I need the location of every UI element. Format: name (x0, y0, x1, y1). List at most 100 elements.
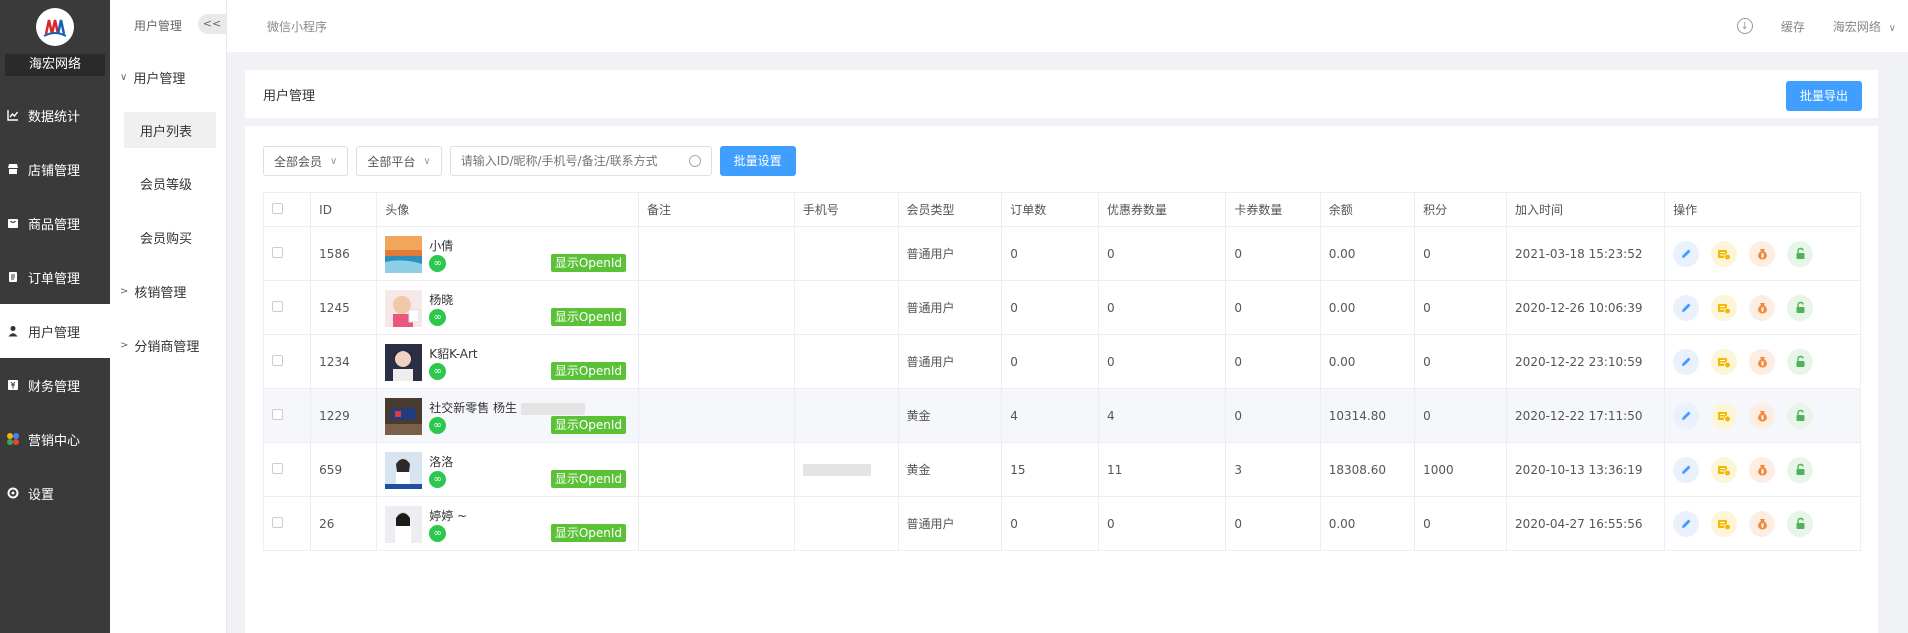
edit-icon[interactable] (1673, 510, 1700, 537)
sub-item-member-purchase[interactable]: 会员购买 (110, 210, 226, 264)
table-row[interactable]: 1245 杨晓 ∞ 显示OpenId 普通用户 0 0 0 0.00 0 2020-12-26 10… (262, 280, 1861, 335)
wechat-link-icon[interactable]: ∞ (429, 255, 447, 272)
row-checkbox[interactable] (272, 246, 283, 258)
sub-item-member-level[interactable]: 会员等级 (110, 156, 226, 210)
show-openid-button[interactable]: 显示OpenId (550, 470, 627, 488)
coupon-icon[interactable] (1711, 456, 1738, 483)
lock-icon[interactable] (1787, 240, 1814, 267)
nav-item-store[interactable]: 店铺管理 (0, 142, 110, 196)
orders-link[interactable]: 0 (1001, 226, 1099, 281)
table-row[interactable]: 1586 小倩 ∞ 显示OpenId 普通用户 0 0 0 0.00 0 2021-03-18 15… (262, 226, 1861, 281)
table-row[interactable]: 1229 社交新零售 杨生 ∞ 显示OpenId 黄金 4 4 0 10314.80 0 2020-… (262, 388, 1861, 443)
balance-link[interactable]: 18308.60 (1319, 442, 1416, 497)
search-input[interactable] (460, 154, 689, 168)
breadcrumb[interactable]: 微信小程序 (267, 18, 327, 35)
points-link[interactable]: 0 (1414, 334, 1508, 389)
orders-link[interactable]: 0 (1001, 280, 1099, 335)
row-checkbox[interactable] (272, 408, 283, 420)
cards-link[interactable]: 0 (1225, 280, 1321, 335)
platform-filter-select[interactable]: 全部平台 ∨ (356, 146, 442, 176)
wechat-link-icon[interactable]: ∞ (429, 525, 447, 542)
balance-link[interactable]: 0.00 (1319, 280, 1416, 335)
sub-item-user-list[interactable]: 用户列表 (124, 112, 216, 148)
table-row[interactable]: 26 婷婷 ~ ∞ 显示OpenId 普通用户 0 0 0 0.00 0 2020-04-27 16… (262, 496, 1861, 551)
nav-item-order[interactable]: 订单管理 (0, 250, 110, 304)
coupon-icon[interactable] (1711, 348, 1738, 375)
balance-link[interactable]: 0.00 (1319, 334, 1416, 389)
edit-icon[interactable] (1673, 402, 1700, 429)
nav-item-settings[interactable]: 设置 (0, 466, 110, 520)
balance-link[interactable]: 10314.80 (1319, 388, 1416, 443)
orders-link[interactable]: 0 (1001, 496, 1099, 551)
show-openid-button[interactable]: 显示OpenId (550, 524, 627, 542)
table-row[interactable]: 659 洛洛 ∞ 显示OpenId 黄金 15 11 3 18308.60 1000 2020-10… (262, 442, 1861, 497)
edit-icon[interactable] (1673, 456, 1700, 483)
nav-item-finance[interactable]: 财务管理 (0, 358, 110, 412)
coupon-icon[interactable] (1711, 240, 1738, 267)
money-bag-icon[interactable] (1749, 294, 1776, 321)
row-checkbox[interactable] (272, 300, 283, 312)
cards-link[interactable]: 0 (1225, 388, 1321, 443)
nav-item-user[interactable]: 用户管理 (0, 304, 110, 358)
batch-export-button[interactable]: 批量导出 (1786, 81, 1862, 111)
orders-link[interactable]: 4 (1001, 388, 1099, 443)
brand-logo-icon[interactable] (36, 8, 74, 46)
lock-icon[interactable] (1787, 294, 1814, 321)
money-bag-icon[interactable] (1749, 240, 1776, 267)
points-link[interactable]: 0 (1414, 496, 1508, 551)
lock-icon[interactable] (1787, 402, 1814, 429)
coupons-link[interactable]: 0 (1097, 280, 1227, 335)
sub-group-distributor[interactable]: > 分销商管理 (110, 318, 226, 372)
wechat-link-icon[interactable]: ∞ (429, 363, 447, 380)
row-checkbox[interactable] (272, 354, 283, 366)
points-link[interactable]: 1000 (1414, 442, 1508, 497)
nav-item-product[interactable]: 商品管理 (0, 196, 110, 250)
money-bag-icon[interactable] (1749, 402, 1776, 429)
points-link[interactable]: 0 (1414, 226, 1508, 281)
lock-icon[interactable] (1787, 348, 1814, 375)
orders-link[interactable]: 0 (1001, 334, 1099, 389)
show-openid-button[interactable]: 显示OpenId (550, 308, 627, 326)
money-bag-icon[interactable] (1749, 456, 1776, 483)
lock-icon[interactable] (1787, 510, 1814, 537)
table-row[interactable]: 1234 K貂K-Art ∞ 显示OpenId 普通用户 0 0 0 0.00 0 2020-12-… (262, 334, 1861, 389)
coupon-icon[interactable] (1711, 510, 1738, 537)
points-link[interactable]: 0 (1414, 388, 1508, 443)
edit-icon[interactable] (1673, 294, 1700, 321)
edit-icon[interactable] (1673, 348, 1700, 375)
coupons-link[interactable]: 0 (1097, 226, 1227, 281)
show-openid-button[interactable]: 显示OpenId (550, 254, 627, 272)
sub-group-verification[interactable]: > 核销管理 (110, 264, 226, 318)
cards-link[interactable]: 0 (1225, 334, 1321, 389)
balance-link[interactable]: 0.00 (1319, 226, 1416, 281)
cards-link[interactable]: 0 (1225, 496, 1321, 551)
row-checkbox[interactable] (272, 462, 283, 474)
show-openid-button[interactable]: 显示OpenId (550, 362, 627, 380)
orders-link[interactable]: 15 (1001, 442, 1099, 497)
download-icon[interactable]: ↓ (1736, 18, 1753, 34)
cache-link[interactable]: 缓存 (1781, 18, 1805, 35)
wechat-link-icon[interactable]: ∞ (429, 417, 447, 434)
coupons-link[interactable]: 0 (1097, 496, 1227, 551)
money-bag-icon[interactable] (1749, 510, 1776, 537)
nav-item-marketing[interactable]: 营销中心 (0, 412, 110, 466)
edit-icon[interactable] (1673, 240, 1700, 267)
coupon-icon[interactable] (1711, 294, 1738, 321)
search-icon[interactable] (688, 155, 701, 167)
balance-link[interactable]: 0.00 (1319, 496, 1416, 551)
nav-item-chart[interactable]: 数据统计 (0, 88, 110, 142)
lock-icon[interactable] (1787, 456, 1814, 483)
coupons-link[interactable]: 0 (1097, 334, 1227, 389)
user-menu[interactable]: 海宏网络 ∨ (1833, 18, 1896, 35)
cards-link[interactable]: 3 (1225, 442, 1321, 497)
member-filter-select[interactable]: 全部会员 ∨ (263, 146, 349, 176)
coupons-link[interactable]: 4 (1097, 388, 1227, 443)
cards-link[interactable]: 0 (1225, 226, 1321, 281)
wechat-link-icon[interactable]: ∞ (429, 471, 447, 488)
points-link[interactable]: 0 (1414, 280, 1508, 335)
select-all-checkbox[interactable] (272, 202, 283, 214)
wechat-link-icon[interactable]: ∞ (429, 309, 447, 326)
row-checkbox[interactable] (272, 516, 283, 528)
batch-settings-button[interactable]: 批量设置 (719, 146, 796, 176)
collapse-sidebar-button[interactable]: << (198, 14, 226, 34)
